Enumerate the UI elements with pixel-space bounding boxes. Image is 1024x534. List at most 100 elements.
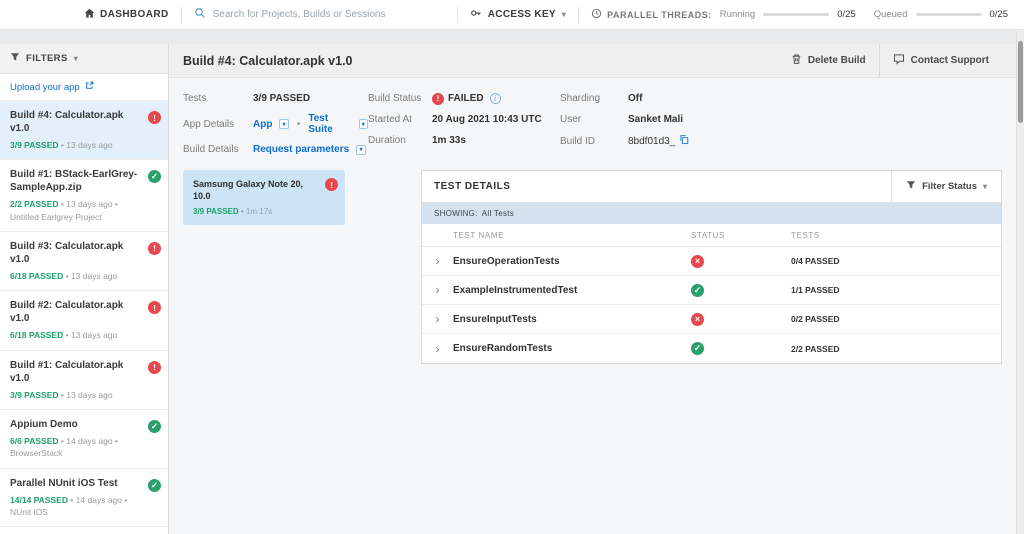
showing-label: SHOWING: — [434, 209, 478, 218]
build-list-item[interactable]: Build #2: Calculator.apk v1.0 6/18 PASSE… — [0, 291, 168, 351]
scrollbar-thumb[interactable] — [1018, 41, 1023, 123]
build-name: Build #1: BStack-EarlGrey-SampleApp.zip — [10, 169, 138, 194]
filters-toggle[interactable]: FILTERS ▾ — [0, 44, 168, 74]
request-parameters-link[interactable]: Request parameters — [253, 144, 349, 155]
device-stat: 3/9 PASSED — [193, 207, 239, 217]
started-at-label: Started At — [368, 114, 412, 125]
started-at-value: 20 Aug 2021 10:43 UTC — [432, 114, 542, 125]
user-value: Sanket Mali — [628, 114, 684, 125]
device-duration: • 1m 17s — [240, 207, 273, 217]
global-search[interactable] — [194, 6, 445, 24]
device-session-card[interactable]: Samsung Galaxy Note 20, 10.0 3/9 PASSED … — [183, 170, 345, 226]
duration-label: Duration — [368, 135, 406, 146]
status-icon — [691, 254, 704, 268]
build-header: Build #4: Calculator.apk v1.0 Delete Bui… — [169, 44, 1016, 78]
duration-value: 1m 33s — [432, 135, 466, 146]
build-list-item[interactable]: Build #4: Calculator.apk v1.0 3/9 PASSED… — [0, 101, 168, 161]
test-count: 2/2 PASSED — [791, 343, 840, 354]
dashboard-label: DASHBOARD — [100, 9, 169, 20]
app-dropdown-icon[interactable]: ▾ — [279, 119, 289, 129]
build-stat: 6/18 PASSED — [10, 330, 64, 341]
build-summary: Tests 3/9 PASSED App Details App ▾ • Test… — [169, 78, 1016, 160]
running-label: Running — [719, 9, 756, 20]
chevron-down-icon: ▾ — [561, 10, 567, 19]
test-count: 0/2 PASSED — [791, 314, 840, 324]
tests-value: 3/9 PASSED — [253, 93, 311, 104]
search-input[interactable] — [212, 9, 445, 20]
contact-support-button[interactable]: Contact Support — [878, 44, 1002, 77]
access-key-menu[interactable]: ACCESS KEY ▾ — [470, 7, 566, 22]
contact-support-label: Contact Support — [910, 55, 989, 66]
chat-icon — [893, 53, 905, 68]
expand-chevron-icon: › — [435, 283, 440, 297]
request-parameters-dropdown-icon[interactable]: ▾ — [356, 144, 367, 155]
home-icon — [84, 8, 95, 22]
dashboard-nav[interactable]: DASHBOARD — [84, 8, 169, 22]
funnel-icon — [10, 52, 20, 65]
chevron-down-icon: ▾ — [982, 182, 987, 191]
parallel-threads-status: PARALLEL THREADS: Running 0/25 Queued 0/… — [591, 8, 1024, 21]
build-stat: 2/2 PASSED — [10, 199, 59, 210]
delete-build-button[interactable]: Delete Build — [778, 44, 879, 77]
app-link[interactable]: App — [253, 119, 272, 130]
build-name: Parallel NUnit iOS Test — [10, 477, 118, 489]
builds-sidebar: FILTERS ▾ Upload your app Build #4: Calc… — [0, 44, 169, 534]
filters-label: FILTERS — [26, 53, 68, 64]
status-badge — [325, 178, 338, 191]
test-row[interactable]: › ExampleInstrumentedTest 1/1 PASSED — [422, 276, 1001, 305]
vertical-scrollbar[interactable] — [1016, 31, 1024, 534]
running-count: 0/25 — [837, 9, 856, 20]
build-status-value: FAILED — [448, 93, 484, 104]
test-row[interactable]: › EnsureInputTests 0/2 PASSED — [422, 305, 1001, 334]
build-list-item[interactable]: Build #3: Calculator.apk v1.0 6/18 PASSE… — [0, 231, 168, 292]
delete-build-label: Delete Build — [807, 55, 866, 66]
build-list-item[interactable]: Parallel NUnit iOS Test 14/14 PASSED • 1… — [0, 468, 168, 528]
separator-dot: • — [296, 118, 301, 130]
status-badge — [148, 301, 161, 315]
info-icon[interactable]: i — [489, 93, 501, 104]
trash-icon — [791, 53, 802, 68]
threads-icon — [591, 8, 602, 21]
search-icon — [194, 6, 206, 24]
build-list-item[interactable]: Build #1: BStack-EarlGrey-SampleApp.zip … — [0, 160, 168, 232]
status-badge — [148, 478, 161, 492]
build-stat: 14/14 PASSED — [10, 494, 68, 505]
divider — [180, 6, 182, 23]
page-title: Build #4: Calculator.apk v1.0 — [183, 53, 353, 68]
status-icon — [691, 312, 704, 326]
build-meta: • 13 days ago — [60, 389, 113, 400]
status-badge — [148, 419, 161, 433]
status-badge — [148, 170, 161, 184]
status-icon — [691, 342, 704, 355]
tests-label: Tests — [183, 93, 207, 104]
test-suite-link[interactable]: Test Suite — [308, 113, 351, 135]
copy-icon[interactable] — [679, 134, 689, 148]
top-navigation-bar: DASHBOARD ACCESS KEY ▾ PARALLEL THREADS:… — [0, 0, 1024, 30]
divider — [578, 6, 580, 23]
upload-app-link[interactable]: Upload your app — [0, 74, 168, 101]
build-list-item[interactable]: Appium Demo 6/6 PASSED • 14 days ago • B… — [0, 409, 168, 469]
build-list-item[interactable]: Build #1: Calculator.apk v1.0 3/9 PASSED… — [0, 350, 168, 410]
build-name: Build #3: Calculator.apk v1.0 — [10, 240, 124, 265]
test-row[interactable]: › EnsureOperationTests 0/4 PASSED — [422, 247, 1001, 276]
build-stat: 6/18 PASSED — [10, 270, 64, 281]
col-tests: TESTS — [791, 230, 820, 240]
test-name: EnsureOperationTests — [453, 255, 560, 267]
test-count: 0/4 PASSED — [791, 256, 840, 266]
test-suite-dropdown-icon[interactable]: ▾ — [358, 119, 368, 129]
build-name: Appium Demo — [10, 418, 78, 430]
build-id-label: Build ID — [560, 135, 596, 147]
test-name: EnsureInputTests — [453, 313, 537, 325]
access-key-label: ACCESS KEY — [487, 9, 556, 20]
upload-link-label: Upload your app — [10, 81, 80, 93]
build-status-label: Build Status — [368, 93, 422, 104]
running-progress-bar — [763, 13, 830, 16]
build-list-item[interactable]: First NUnit iOS Test 10 SESSIONS • 14 da… — [0, 527, 168, 534]
status-badge — [148, 111, 161, 124]
filter-status-button[interactable]: Filter Status ▾ — [891, 171, 1001, 202]
build-name: Build #4: Calculator.apk v1.0 — [10, 110, 124, 134]
test-row[interactable]: › EnsureRandomTests 2/2 PASSED — [422, 334, 1001, 363]
sharding-label: Sharding — [560, 93, 601, 104]
key-icon — [470, 7, 482, 22]
failed-icon — [432, 92, 444, 105]
